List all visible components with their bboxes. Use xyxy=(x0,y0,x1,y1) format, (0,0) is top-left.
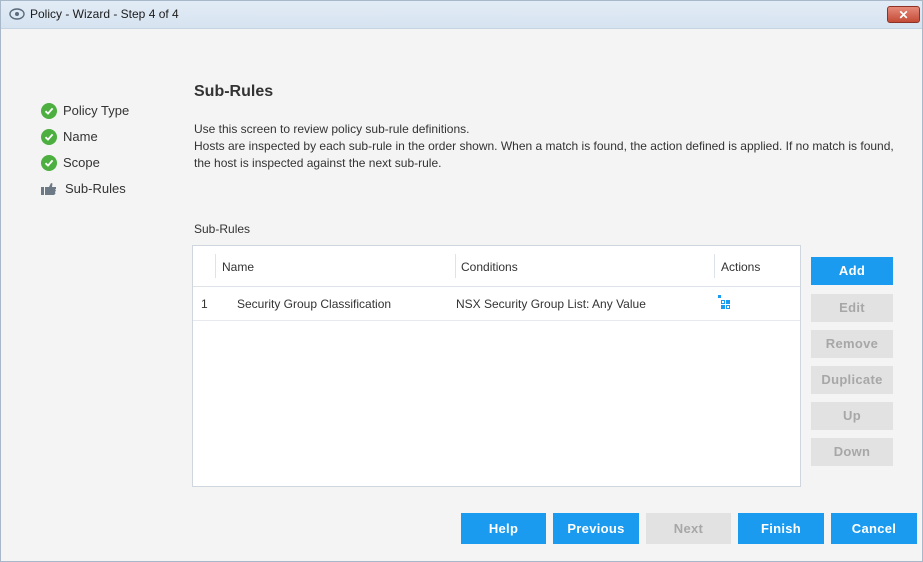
step-label: Sub-Rules xyxy=(65,181,126,196)
step-scope: Scope xyxy=(41,154,181,174)
app-logo-icon xyxy=(9,8,25,20)
finish-button[interactable]: Finish xyxy=(738,513,824,544)
pointing-hand-icon xyxy=(41,183,56,195)
step-policy-type: Policy Type xyxy=(41,102,181,122)
remove-button[interactable]: Remove xyxy=(811,330,893,358)
cancel-button[interactable]: Cancel xyxy=(831,513,917,544)
edit-button[interactable]: Edit xyxy=(811,294,893,322)
previous-button[interactable]: Previous xyxy=(553,513,639,544)
sub-rules-table: Name Conditions Actions 1 Security Group… xyxy=(192,245,801,487)
up-button[interactable]: Up xyxy=(811,402,893,430)
down-button[interactable]: Down xyxy=(811,438,893,466)
wizard-content: Policy Type Name Scope Sub-Rules Sub-Rul… xyxy=(1,29,922,561)
column-header-conditions[interactable]: Conditions xyxy=(461,260,518,274)
sub-rules-table-label: Sub-Rules xyxy=(194,222,251,236)
step-label: Policy Type xyxy=(63,103,130,118)
description-line: Use this screen to review policy sub-rul… xyxy=(194,122,470,136)
check-circle-icon xyxy=(41,103,57,119)
column-divider xyxy=(455,254,456,278)
wizard-window: Policy - Wizard - Step 4 of 4 ✕ Policy T… xyxy=(0,0,923,562)
column-divider xyxy=(714,254,715,278)
next-button[interactable]: Next xyxy=(646,513,731,544)
column-divider xyxy=(215,254,216,278)
description-line: Hosts are inspected by each sub-rule in … xyxy=(194,139,894,170)
table-header: Name Conditions Actions xyxy=(193,246,800,287)
page-title: Sub-Rules xyxy=(194,83,274,100)
step-label: Name xyxy=(63,129,98,144)
page-description: Use this screen to review policy sub-rul… xyxy=(194,121,909,172)
table-row[interactable]: 1 Security Group Classification NSX Secu… xyxy=(193,287,800,321)
classify-icon xyxy=(718,295,730,309)
step-name: Name xyxy=(41,128,181,148)
step-sub-rules: Sub-Rules xyxy=(41,180,181,200)
close-icon: ✕ xyxy=(898,8,909,22)
row-index: 1 xyxy=(201,297,208,311)
close-button[interactable]: ✕ xyxy=(887,6,920,23)
window-title: Policy - Wizard - Step 4 of 4 xyxy=(30,7,179,21)
help-button[interactable]: Help xyxy=(461,513,546,544)
column-header-name[interactable]: Name xyxy=(222,260,254,274)
check-circle-icon xyxy=(41,155,57,171)
step-label: Scope xyxy=(63,155,100,170)
add-button[interactable]: Add xyxy=(811,257,893,285)
column-header-actions[interactable]: Actions xyxy=(721,260,760,274)
row-conditions: NSX Security Group List: Any Value xyxy=(456,297,646,311)
check-circle-icon xyxy=(41,129,57,145)
duplicate-button[interactable]: Duplicate xyxy=(811,366,893,394)
title-bar: Policy - Wizard - Step 4 of 4 ✕ xyxy=(1,1,922,29)
row-name: Security Group Classification xyxy=(237,297,392,311)
